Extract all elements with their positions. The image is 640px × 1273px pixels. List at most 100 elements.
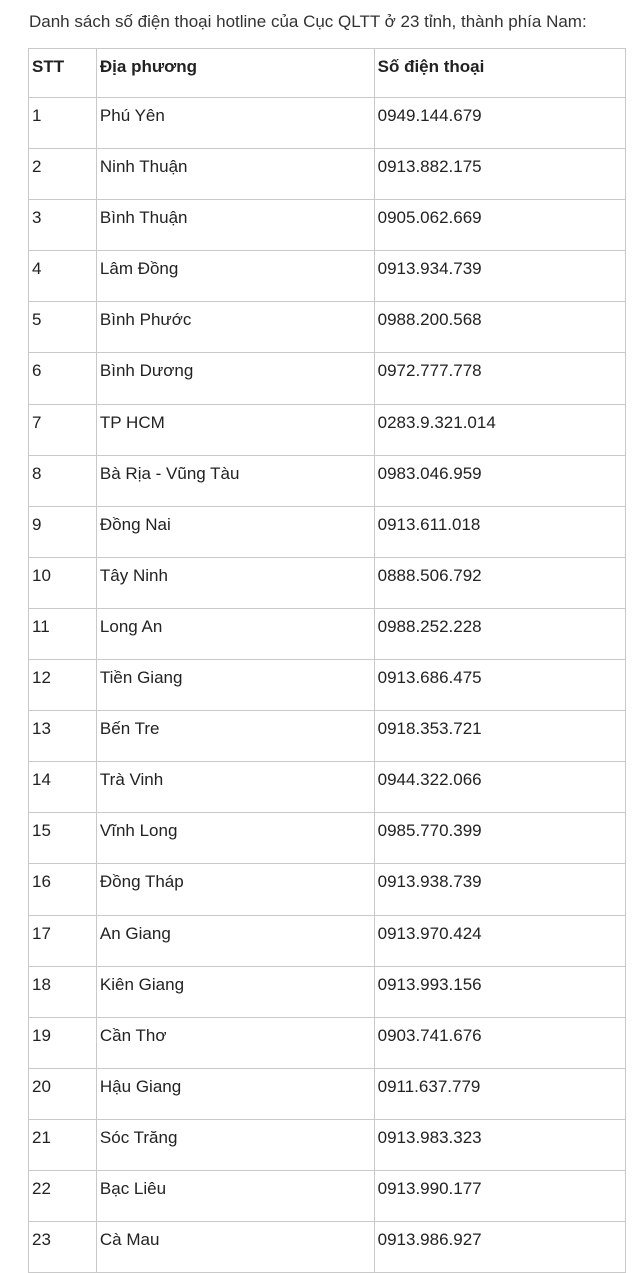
cell-phone: 0988.200.568 — [373, 301, 627, 354]
cell-phone: 0913.938.739 — [373, 863, 627, 916]
cell-place: Lâm Đồng — [95, 250, 375, 303]
cell-place: Bến Tre — [95, 710, 375, 763]
cell-stt: 20 — [28, 1067, 97, 1120]
cell-phone: 0918.353.721 — [373, 710, 627, 763]
cell-place: Sóc Trăng — [95, 1118, 375, 1171]
cell-place: Bạc Liêu — [95, 1169, 375, 1223]
cell-stt: 6 — [28, 352, 97, 405]
cell-stt: 18 — [28, 965, 97, 1018]
cell-place: Đồng Tháp — [95, 863, 375, 916]
table-row: 11 Long An 0988.252.228 — [28, 607, 627, 661]
cell-place: Vĩnh Long — [95, 812, 375, 865]
cell-stt: 10 — [28, 556, 97, 609]
header-place: Địa phương — [95, 48, 375, 98]
table-row: 13 Bến Tre 0918.353.721 — [28, 710, 627, 763]
cell-place: Hậu Giang — [95, 1067, 375, 1120]
table-row: 4 Lâm Đồng 0913.934.739 — [28, 250, 627, 303]
cell-place: Bình Thuận — [95, 199, 375, 252]
table-row: 7 TP HCM 0283.9.321.014 — [28, 403, 627, 456]
cell-phone: 0913.934.739 — [373, 250, 627, 303]
cell-phone: 0983.046.959 — [373, 454, 627, 507]
cell-place: Tiền Giang — [95, 659, 375, 712]
cell-phone: 0913.611.018 — [373, 505, 627, 558]
table-row: 8 Bà Rịa - Vũng Tàu 0983.046.959 — [28, 454, 627, 507]
cell-stt: 15 — [28, 812, 97, 865]
cell-stt: 4 — [28, 250, 97, 303]
cell-place: Bà Rịa - Vũng Tàu — [95, 454, 375, 507]
cell-stt: 17 — [28, 914, 97, 967]
table-row: 14 Trà Vinh 0944.322.066 — [28, 761, 627, 814]
table-row: 20 Hậu Giang 0911.637.779 — [28, 1067, 627, 1120]
table-row: 19 Cần Thơ 0903.741.676 — [28, 1016, 627, 1069]
cell-stt: 22 — [28, 1169, 97, 1223]
cell-phone: 0913.993.156 — [373, 965, 627, 1018]
table-row: 9 Đồng Nai 0913.611.018 — [28, 505, 627, 558]
cell-stt: 16 — [28, 863, 97, 916]
table-row: 1 Phú Yên 0949.144.679 — [28, 96, 627, 150]
cell-phone: 0913.986.927 — [373, 1221, 627, 1273]
cell-phone: 0913.983.323 — [373, 1118, 627, 1171]
cell-place: An Giang — [95, 914, 375, 967]
table-row: 21 Sóc Trăng 0913.983.323 — [28, 1118, 627, 1171]
table-row: 5 Bình Phước 0988.200.568 — [28, 301, 627, 354]
cell-phone: 0913.970.424 — [373, 914, 627, 967]
cell-stt: 8 — [28, 454, 97, 507]
cell-phone: 0949.144.679 — [373, 96, 627, 150]
cell-place: Đồng Nai — [95, 505, 375, 558]
cell-stt: 9 — [28, 505, 97, 558]
cell-stt: 3 — [28, 199, 97, 252]
intro-text: Danh sách số điện thoại hotline của Cục … — [29, 12, 587, 31]
table-header: STT Địa phương Số điện thoại — [28, 48, 627, 98]
cell-place: Kiên Giang — [95, 965, 375, 1018]
hotline-table: STT Địa phương Số điện thoại 1 Phú Yên 094… — [28, 48, 627, 1273]
table-row: 23 Cà Mau 0913.986.927 — [28, 1221, 627, 1273]
header-stt: STT — [28, 48, 97, 98]
cell-place: Cần Thơ — [95, 1016, 375, 1069]
cell-phone: 0913.686.475 — [373, 659, 627, 712]
cell-stt: 5 — [28, 301, 97, 354]
cell-stt: 19 — [28, 1016, 97, 1069]
header-row: STT Địa phương Số điện thoại — [28, 48, 627, 98]
table-row: 22 Bạc Liêu 0913.990.177 — [28, 1169, 627, 1223]
cell-stt: 2 — [28, 148, 97, 201]
cell-place: Bình Dương — [95, 352, 375, 405]
cell-stt: 1 — [28, 96, 97, 150]
cell-phone: 0985.770.399 — [373, 812, 627, 865]
table-row: 18 Kiên Giang 0913.993.156 — [28, 965, 627, 1018]
cell-stt: 7 — [28, 403, 97, 456]
cell-phone: 0913.882.175 — [373, 148, 627, 201]
cell-place: Bình Phước — [95, 301, 375, 354]
cell-phone: 0913.990.177 — [373, 1169, 627, 1223]
cell-phone: 0944.322.066 — [373, 761, 627, 814]
cell-place: Trà Vinh — [95, 761, 375, 814]
cell-stt: 14 — [28, 761, 97, 814]
table-row: 6 Bình Dương 0972.777.778 — [28, 352, 627, 405]
table-row: 16 Đồng Tháp 0913.938.739 — [28, 863, 627, 916]
table-row: 10 Tây Ninh 0888.506.792 — [28, 556, 627, 609]
cell-stt: 11 — [28, 607, 97, 661]
cell-place: Ninh Thuận — [95, 148, 375, 201]
cell-phone: 0988.252.228 — [373, 607, 627, 661]
table-row: 12 Tiền Giang 0913.686.475 — [28, 659, 627, 712]
header-phone: Số điện thoại — [373, 48, 627, 98]
table-row: 3 Bình Thuận 0905.062.669 — [28, 199, 627, 252]
cell-place: Tây Ninh — [95, 556, 375, 609]
cell-stt: 12 — [28, 659, 97, 712]
cell-stt: 13 — [28, 710, 97, 763]
cell-place: Phú Yên — [95, 96, 375, 150]
table-row: 15 Vĩnh Long 0985.770.399 — [28, 812, 627, 865]
table-row: 2 Ninh Thuận 0913.882.175 — [28, 148, 627, 201]
cell-place: Cà Mau — [95, 1221, 375, 1273]
cell-phone: 0888.506.792 — [373, 556, 627, 609]
cell-phone: 0283.9.321.014 — [373, 403, 627, 456]
cell-phone: 0903.741.676 — [373, 1016, 627, 1069]
cell-phone: 0905.062.669 — [373, 199, 627, 252]
cell-stt: 23 — [28, 1221, 97, 1273]
cell-phone: 0911.637.779 — [373, 1067, 627, 1120]
cell-place: TP HCM — [95, 403, 375, 456]
cell-phone: 0972.777.778 — [373, 352, 627, 405]
cell-place: Long An — [95, 607, 375, 661]
table-row: 17 An Giang 0913.970.424 — [28, 914, 627, 967]
cell-stt: 21 — [28, 1118, 97, 1171]
table-body: 1 Phú Yên 0949.144.679 2 Ninh Thuận 0913.882… — [28, 96, 627, 1273]
